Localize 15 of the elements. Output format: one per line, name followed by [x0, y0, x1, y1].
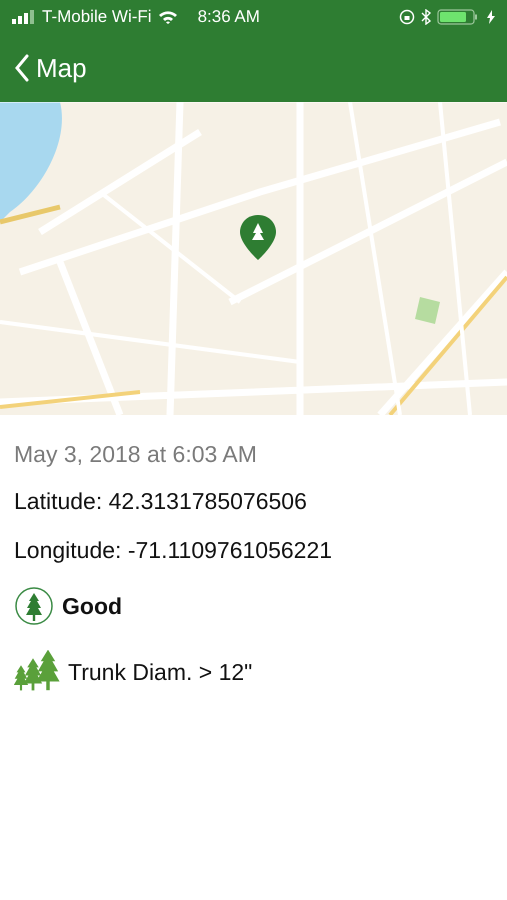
longitude-text: Longitude: -71.1109761056221: [14, 537, 334, 564]
wifi-icon: [158, 10, 178, 24]
charging-icon: [487, 10, 495, 24]
tree-circle-icon: [14, 586, 54, 626]
signal-icon: [12, 10, 36, 24]
chevron-left-icon: [14, 54, 30, 82]
clock-time: 8:36 AM: [198, 7, 260, 27]
date-text: May 3, 2018 at 6:03 AM: [14, 441, 258, 468]
rotation-lock-icon: [399, 9, 415, 25]
back-button[interactable]: Map: [14, 52, 87, 84]
size-label: Trunk Diam. > 12": [68, 658, 252, 686]
health-label: Good: [62, 592, 122, 620]
latitude-text: Latitude: 42.3131785076506: [14, 488, 308, 515]
bluetooth-icon: [421, 9, 431, 25]
carrier-name: T-Mobile Wi-Fi: [42, 7, 152, 27]
